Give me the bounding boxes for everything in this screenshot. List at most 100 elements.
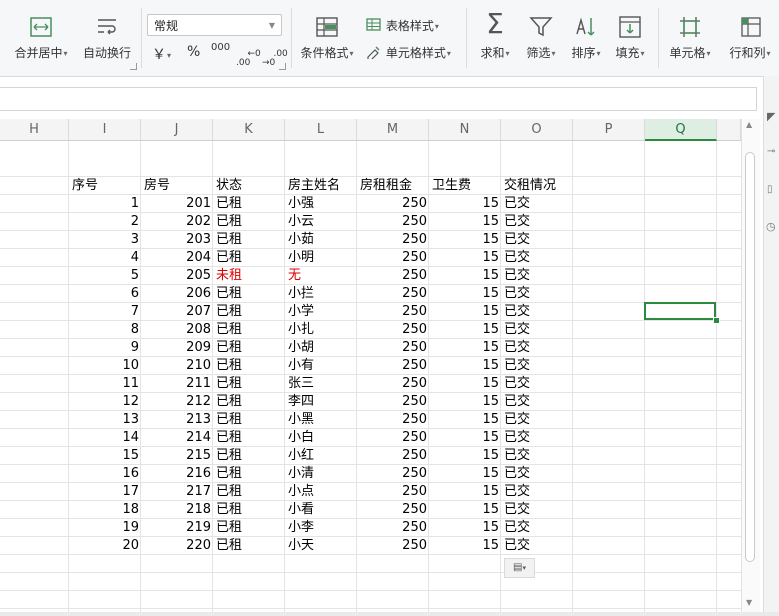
table-cell[interactable]: 250 [357, 393, 429, 411]
table-cell[interactable]: 15 [429, 249, 501, 267]
table-header-cell[interactable]: 房主姓名 [285, 177, 357, 195]
paste-options-button[interactable]: ▤▾ [504, 558, 535, 578]
table-cell[interactable]: 已交 [501, 537, 573, 555]
table-cell[interactable]: 15 [429, 483, 501, 501]
table-cell[interactable]: 15 [429, 537, 501, 555]
table-cell[interactable]: 15 [429, 465, 501, 483]
table-cell[interactable]: 208 [141, 321, 213, 339]
percent-button[interactable]: % [187, 44, 200, 60]
table-cell[interactable]: 13 [69, 411, 141, 429]
table-header-cell[interactable]: 序号 [69, 177, 141, 195]
table-cell[interactable]: 250 [357, 231, 429, 249]
table-cell[interactable]: 217 [141, 483, 213, 501]
table-cell[interactable]: 已交 [501, 393, 573, 411]
side-tool-icon[interactable]: ▯ [767, 184, 773, 195]
table-cell[interactable]: 已交 [501, 519, 573, 537]
column-header-j[interactable]: J [141, 119, 213, 141]
scroll-down-arrow-icon[interactable]: ▼ [746, 598, 752, 607]
table-cell[interactable]: 15 [429, 195, 501, 213]
table-cell[interactable]: 15 [429, 231, 501, 249]
table-cell[interactable]: 小清 [285, 465, 357, 483]
table-cell[interactable]: 已租 [213, 519, 285, 537]
formula-input[interactable] [0, 87, 757, 111]
table-cell[interactable]: 250 [357, 285, 429, 303]
table-cell[interactable]: 250 [357, 303, 429, 321]
decrease-decimal-button[interactable]: .00 →0 [262, 41, 288, 77]
table-cell[interactable]: 李四 [285, 393, 357, 411]
table-cell[interactable]: 219 [141, 519, 213, 537]
table-cell[interactable]: 203 [141, 231, 213, 249]
increase-decimal-button[interactable]: ←0 .00 [236, 41, 261, 77]
table-cell[interactable]: 已租 [213, 213, 285, 231]
table-cell[interactable]: 210 [141, 357, 213, 375]
table-style-button[interactable]: 表格样式▾ [366, 17, 439, 34]
table-cell[interactable]: 已交 [501, 483, 573, 501]
table-cell[interactable]: 1 [69, 195, 141, 213]
table-cell[interactable]: 5 [69, 267, 141, 285]
table-cell[interactable]: 已租 [213, 285, 285, 303]
table-cell[interactable]: 已租 [213, 321, 285, 339]
thousands-separator-button[interactable]: 000 [211, 42, 230, 53]
table-cell[interactable]: 已交 [501, 339, 573, 357]
table-cell[interactable]: 216 [141, 465, 213, 483]
table-cell[interactable]: 212 [141, 393, 213, 411]
table-cell[interactable]: 6 [69, 285, 141, 303]
table-cell[interactable]: 已交 [501, 231, 573, 249]
table-header-cell[interactable]: 房租租金 [357, 177, 429, 195]
table-header-cell[interactable]: 卫生费 [429, 177, 501, 195]
column-header-k[interactable]: K [213, 119, 285, 141]
column-header-h[interactable]: H [0, 119, 69, 141]
table-cell[interactable]: 张三 [285, 375, 357, 393]
table-cell[interactable]: 小点 [285, 483, 357, 501]
table-cell[interactable]: 15 [429, 447, 501, 465]
table-cell[interactable]: 250 [357, 195, 429, 213]
table-header-cell[interactable]: 房号 [141, 177, 213, 195]
number-format-select[interactable]: 常规 ▼ [147, 14, 282, 36]
table-cell[interactable]: 250 [357, 249, 429, 267]
table-cell[interactable]: 218 [141, 501, 213, 519]
table-cell[interactable]: 250 [357, 465, 429, 483]
table-cell[interactable]: 15 [429, 339, 501, 357]
table-cell[interactable]: 已交 [501, 429, 573, 447]
table-cell[interactable]: 已租 [213, 411, 285, 429]
table-cell[interactable]: 214 [141, 429, 213, 447]
table-cell[interactable]: 15 [69, 447, 141, 465]
group-launcher-icon[interactable] [279, 63, 286, 70]
table-cell[interactable]: 已交 [501, 465, 573, 483]
table-cell[interactable]: 已租 [213, 339, 285, 357]
column-header-q[interactable]: Q [645, 119, 717, 141]
fill-handle[interactable] [713, 317, 720, 324]
table-cell[interactable]: 20 [69, 537, 141, 555]
table-cell[interactable]: 250 [357, 213, 429, 231]
group-launcher-icon[interactable] [130, 63, 137, 70]
horizontal-scrollbar[interactable] [0, 612, 779, 616]
table-cell[interactable]: 15 [429, 501, 501, 519]
table-cell[interactable]: 220 [141, 537, 213, 555]
side-tool-icon[interactable]: ◤ [767, 110, 775, 123]
table-cell[interactable]: 已交 [501, 411, 573, 429]
table-cell[interactable]: 已交 [501, 195, 573, 213]
table-cell[interactable]: 18 [69, 501, 141, 519]
table-cell[interactable]: 250 [357, 519, 429, 537]
table-cell[interactable]: 213 [141, 411, 213, 429]
table-cell[interactable]: 15 [429, 285, 501, 303]
currency-button[interactable]: ￥▾ [152, 44, 171, 64]
table-cell[interactable]: 已租 [213, 429, 285, 447]
table-cell[interactable]: 小李 [285, 519, 357, 537]
table-cell[interactable]: 已租 [213, 303, 285, 321]
table-cell[interactable]: 小强 [285, 195, 357, 213]
table-cell[interactable]: 小看 [285, 501, 357, 519]
table-cell[interactable]: 3 [69, 231, 141, 249]
table-cell[interactable]: 已租 [213, 447, 285, 465]
cell-style-button[interactable]: 单元格样式▾ [366, 44, 451, 61]
table-cell[interactable]: 小云 [285, 213, 357, 231]
table-cell[interactable]: 已租 [213, 393, 285, 411]
table-cell[interactable]: 已租 [213, 231, 285, 249]
scroll-up-arrow-icon[interactable]: ▲ [746, 120, 752, 129]
merge-center-button[interactable]: 合并居中▾ [8, 0, 74, 60]
sum-button[interactable]: Σ 求和▾ [476, 0, 514, 61]
table-cell[interactable]: 250 [357, 501, 429, 519]
table-cell[interactable]: 12 [69, 393, 141, 411]
column-header-i[interactable]: I [69, 119, 141, 141]
table-cell[interactable]: 已交 [501, 375, 573, 393]
